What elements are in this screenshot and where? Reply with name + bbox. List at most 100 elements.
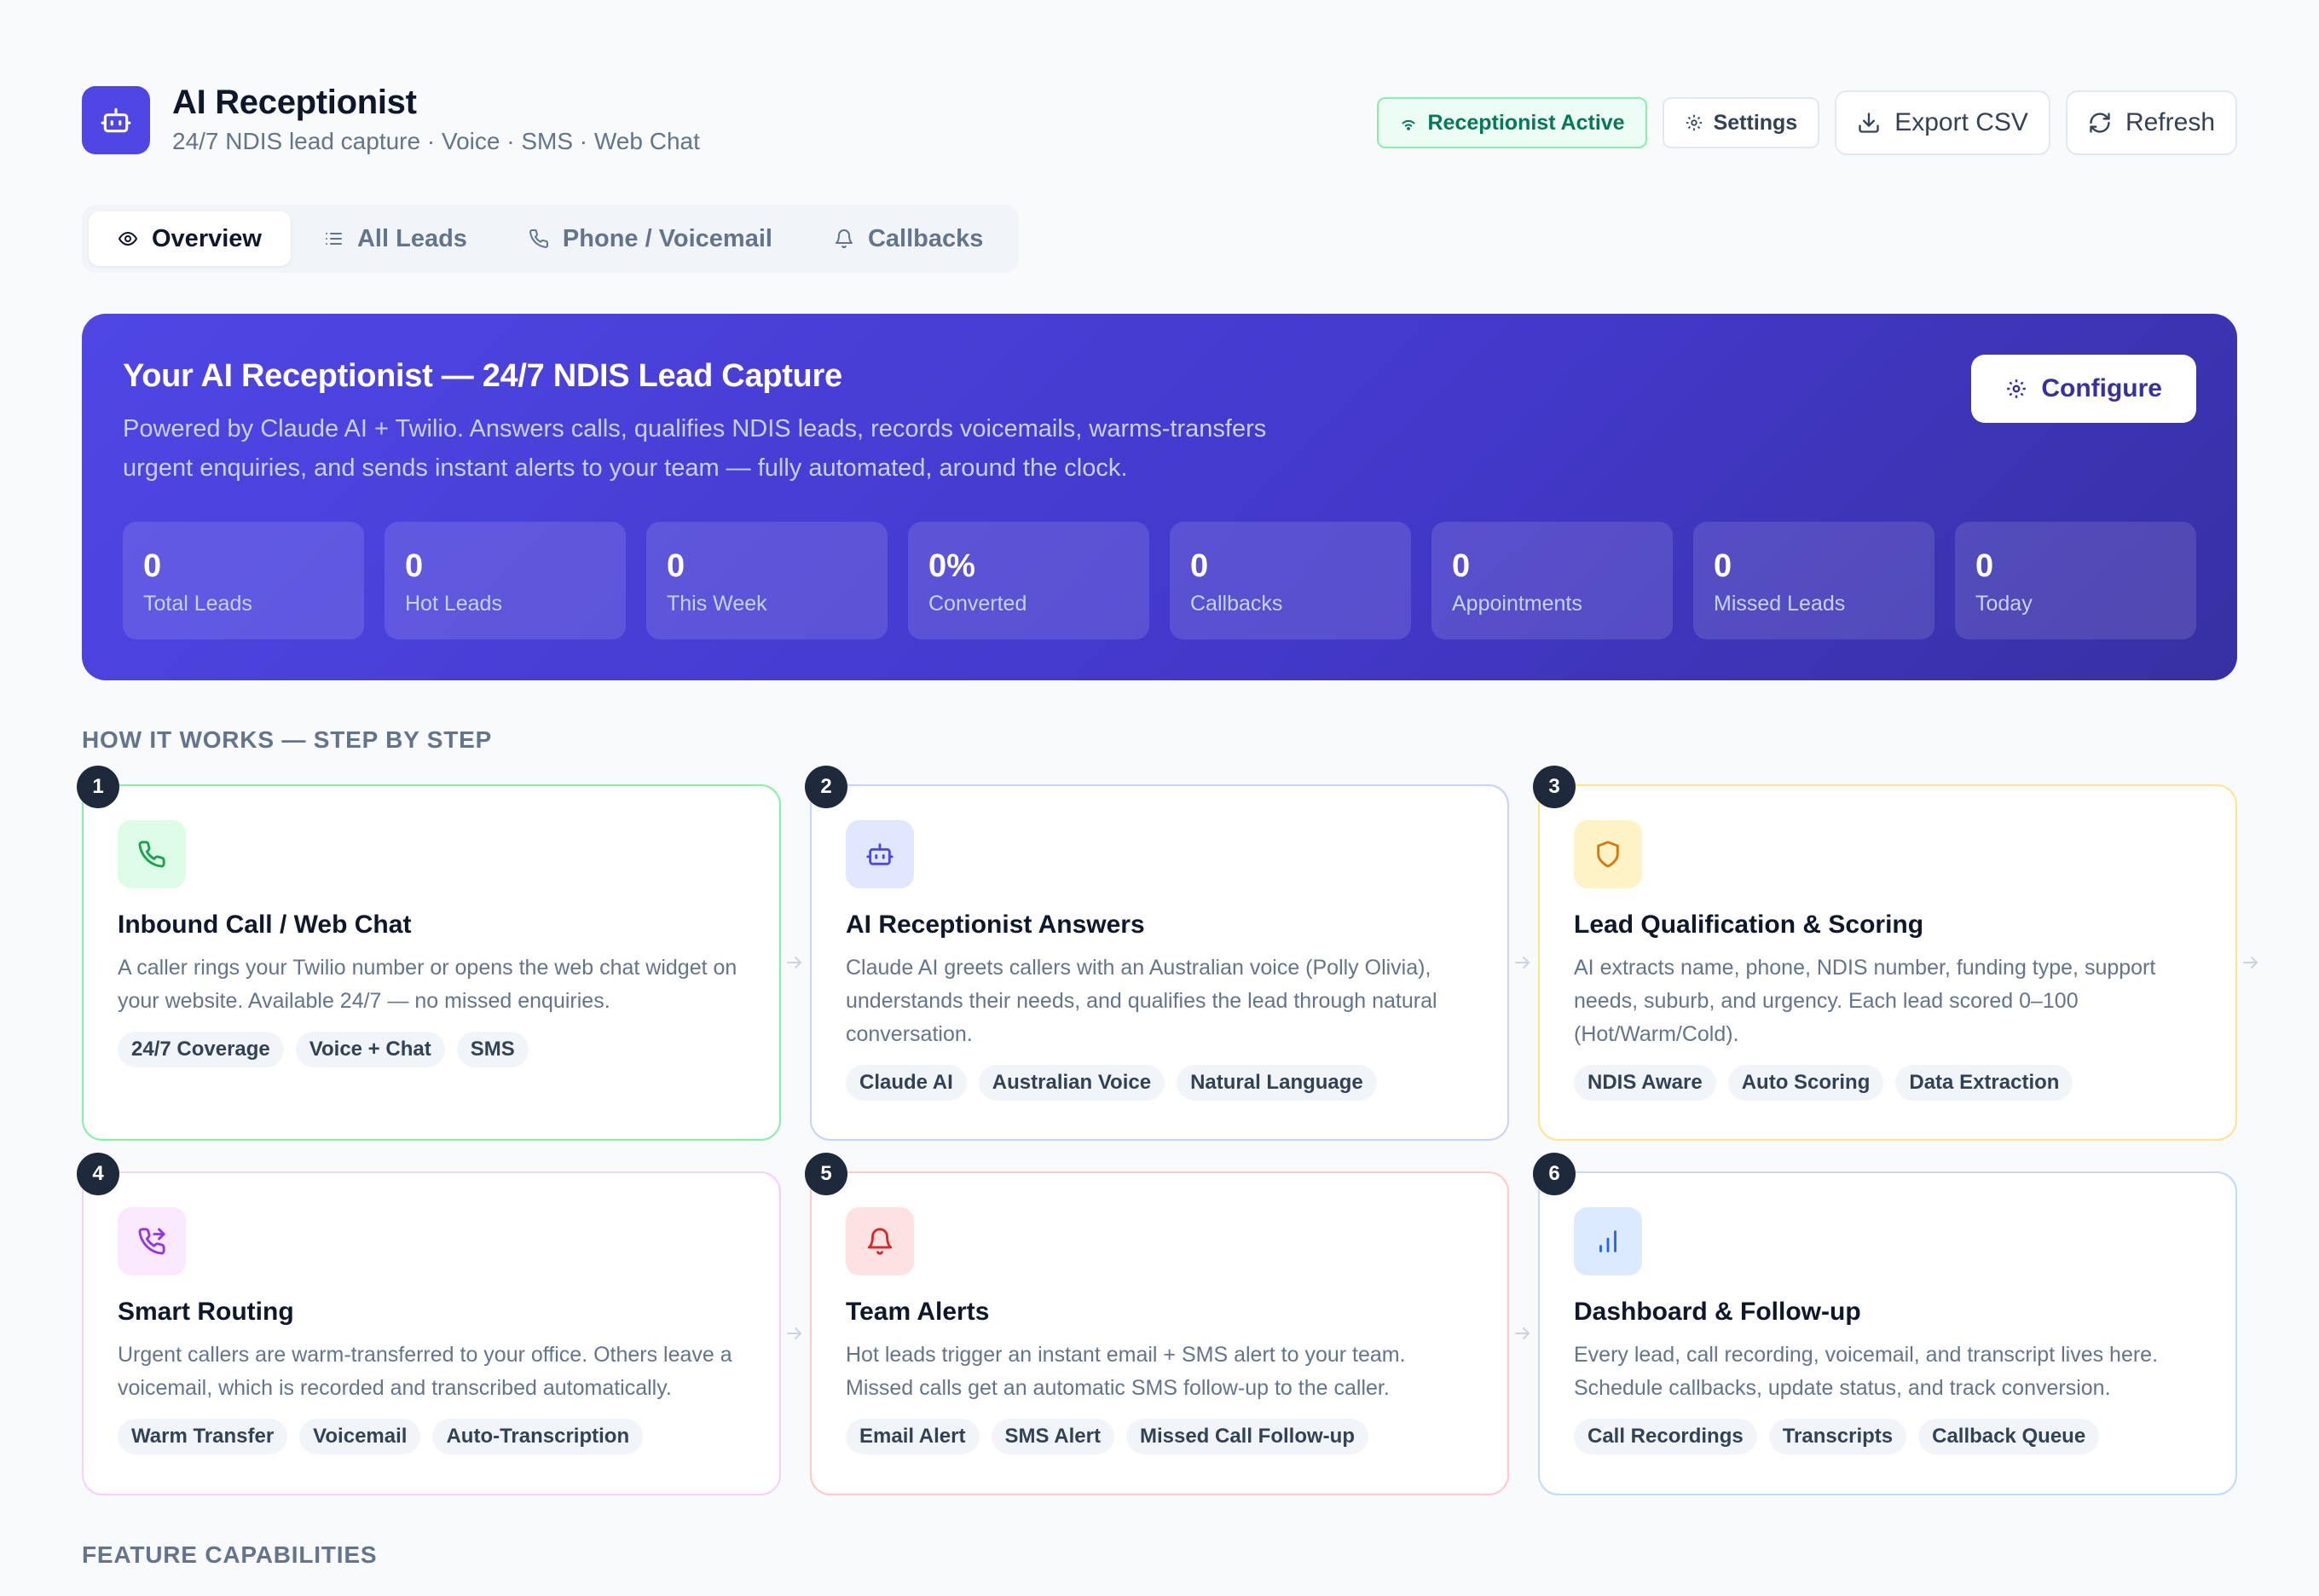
how-it-works-heading: HOW IT WORKS — STEP BY STEP: [82, 726, 493, 753]
bot-icon: [846, 820, 914, 888]
chip-list: 24/7 Coverage Voice + Chat SMS: [118, 1032, 745, 1067]
feature-chip: SMS Alert: [991, 1419, 1114, 1454]
feature-chip: Missed Call Follow-up: [1125, 1419, 1368, 1454]
feature-chip: Callback Queue: [1918, 1419, 2100, 1454]
stat-value: 0: [143, 548, 162, 584]
phone-icon: [118, 820, 186, 888]
export-csv-button[interactable]: Export CSV: [1835, 90, 2050, 155]
chip-list: NDIS Aware Auto Scoring Data Extraction: [1574, 1065, 2201, 1101]
stat-value: 0: [667, 548, 685, 584]
step-card: 6 Dashboard & Follow-up Every lead, call…: [1533, 1153, 2237, 1495]
stat-label: This Week: [667, 592, 767, 616]
step-description: A caller rings your Twilio number or ope…: [118, 956, 737, 1013]
stat-this-week: 0 This Week: [646, 522, 888, 639]
feature-chip: Voicemail: [299, 1419, 421, 1454]
step-title: Lead Qualification & Scoring: [1574, 911, 1924, 939]
gear-icon: [2007, 379, 2027, 398]
feature-chip: Auto-Transcription: [432, 1419, 644, 1454]
stat-value: 0: [1190, 548, 1209, 584]
stat-appointments: 0 Appointments: [1431, 522, 1673, 639]
arrow-right-icon: [1515, 957, 1530, 969]
tab-label: All Leads: [356, 224, 467, 252]
stat-label: Missed Leads: [1714, 592, 1846, 616]
step-title: Smart Routing: [118, 1298, 294, 1326]
refresh-label: Refresh: [2125, 108, 2215, 136]
refresh-icon: [2090, 113, 2110, 133]
step-number: 2: [805, 766, 847, 808]
step-description: Every lead, call recording, voicemail, a…: [1574, 1343, 2159, 1400]
stat-label: Appointments: [1452, 592, 1582, 616]
bar-chart-icon: [1574, 1207, 1642, 1275]
configure-label: Configure: [2041, 374, 2162, 402]
stat-callbacks: 0 Callbacks: [1170, 522, 1411, 639]
wifi-icon: [1402, 119, 1414, 130]
phone-icon: [529, 228, 548, 248]
chip-list: Claude AI Australian Voice Natural Languag…: [846, 1065, 1473, 1101]
step-number: 5: [805, 1153, 847, 1195]
chip-list: Call Recordings Transcripts Callback Queue: [1574, 1419, 2201, 1454]
step-title: Dashboard & Follow-up: [1574, 1298, 1861, 1326]
arrow-right-icon: [787, 1327, 802, 1339]
feature-chip: Call Recordings: [1574, 1419, 1757, 1454]
bot-icon: [82, 86, 150, 154]
feature-chip: 24/7 Coverage: [118, 1032, 284, 1067]
stat-converted: 0% Converted: [908, 522, 1149, 639]
arrow-right-icon: [2243, 957, 2258, 969]
download-icon: [1859, 113, 1879, 133]
gear-icon: [1686, 114, 1702, 131]
feature-chip: Data Extraction: [1895, 1065, 2073, 1101]
tab-label: Callbacks: [867, 224, 984, 252]
feature-chip: Voice + Chat: [295, 1032, 445, 1067]
stat-label: Total Leads: [143, 592, 252, 616]
step-number: 3: [1533, 766, 1576, 808]
header-actions: Receptionist Active Settings Export CSV …: [1376, 90, 2237, 155]
stat-hot-leads: 0 Hot Leads: [385, 522, 626, 639]
stat-value: 0: [1714, 548, 1732, 584]
receptionist-status-button[interactable]: Receptionist Active: [1376, 97, 1647, 148]
step-number: 6: [1533, 1153, 1576, 1195]
chip-list: Email Alert SMS Alert Missed Call Follow-u…: [846, 1419, 1473, 1454]
tab-phone-voicemail[interactable]: Phone / Voicemail: [500, 211, 801, 266]
step-card: 4 Smart Routing Urgent callers are warm-…: [77, 1153, 802, 1495]
feature-chip: Natural Language: [1177, 1065, 1377, 1101]
feature-chip: Claude AI: [846, 1065, 967, 1101]
settings-button[interactable]: Settings: [1662, 97, 1820, 148]
stat-label: Converted: [928, 592, 1027, 616]
brand: AI Receptionist 24/7 NDIS lead capture ·…: [82, 82, 700, 159]
chip-list: Warm Transfer Voicemail Auto-Transcription: [118, 1419, 745, 1454]
step-description: Urgent callers are warm-transferred to y…: [118, 1343, 732, 1400]
phone-forward-icon: [118, 1207, 186, 1275]
hero-title: Your AI Receptionist — 24/7 NDIS Lead Ca…: [123, 358, 842, 394]
stat-label: Callbacks: [1190, 592, 1283, 616]
bell-icon: [846, 1207, 914, 1275]
step-title: Team Alerts: [846, 1298, 990, 1326]
feature-chip: NDIS Aware: [1574, 1065, 1716, 1101]
stats-row: 0 Total Leads 0 Hot Leads 0 This Week 0% Con…: [123, 522, 2196, 639]
settings-label: Settings: [1713, 110, 1798, 135]
feature-chip: Australian Voice: [978, 1065, 1165, 1101]
status-label: Receptionist Active: [1427, 110, 1625, 135]
feature-chip: Email Alert: [846, 1419, 980, 1454]
stat-label: Hot Leads: [405, 592, 502, 616]
configure-button[interactable]: Configure: [1971, 355, 2196, 423]
tab-all-leads[interactable]: All Leads: [294, 211, 496, 266]
stat-label: Today: [1975, 592, 2033, 616]
page-header: AI Receptionist 24/7 NDIS lead capture ·…: [82, 82, 2237, 167]
arrow-right-icon: [1515, 1327, 1530, 1339]
step-card: 2 AI Receptionist Answers Claude AI gree…: [805, 766, 1530, 1141]
feature-chip: SMS: [456, 1032, 529, 1067]
stat-value: 0: [1975, 548, 1994, 584]
page-subtitle: 24/7 NDIS lead capture · Voice · SMS · W…: [172, 128, 700, 154]
bell-icon: [835, 229, 853, 249]
arrow-right-icon: [787, 957, 802, 969]
list-icon: [325, 233, 342, 245]
refresh-button[interactable]: Refresh: [2065, 90, 2237, 155]
tab-overview[interactable]: Overview: [89, 211, 291, 266]
step-description: Hot leads trigger an instant email + SMS…: [846, 1343, 1406, 1400]
tab-callbacks[interactable]: Callbacks: [805, 211, 1012, 266]
feature-chip: Warm Transfer: [118, 1419, 288, 1454]
eye-icon: [118, 231, 138, 246]
tab-bar: Overview All Leads Phone / Voicemail Cal…: [82, 205, 1020, 273]
export-label: Export CSV: [1894, 108, 2028, 136]
tab-label: Phone / Voicemail: [562, 224, 772, 252]
